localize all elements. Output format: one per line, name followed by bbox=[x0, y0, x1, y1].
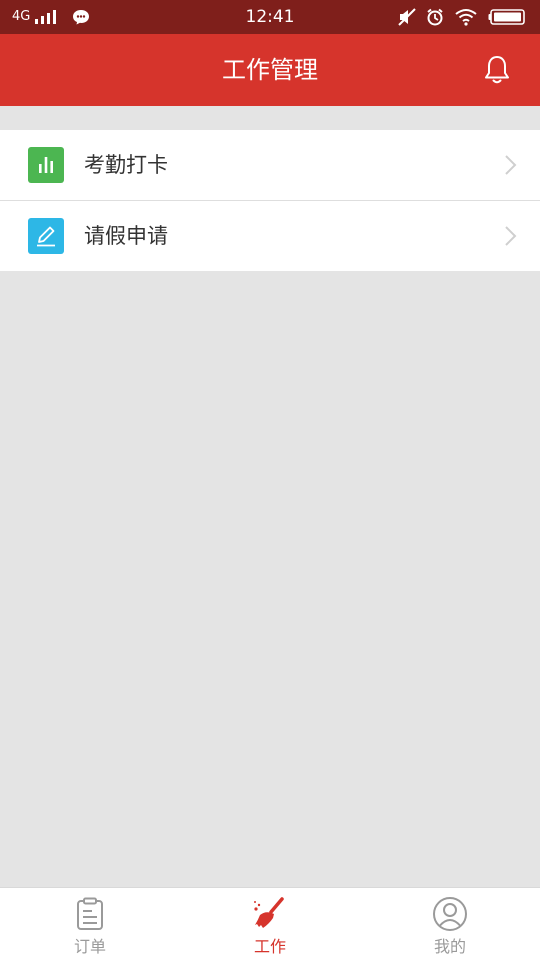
menu-item-attendance[interactable]: 考勤打卡 bbox=[0, 130, 540, 200]
mute-icon bbox=[398, 8, 416, 26]
status-right bbox=[398, 8, 526, 26]
wifi-icon bbox=[455, 9, 477, 26]
bottom-tab-bar: 订单 工作 我的 bbox=[0, 887, 540, 960]
edit-icon bbox=[28, 218, 64, 254]
menu-item-label: 请假申请 bbox=[84, 224, 168, 248]
tab-work[interactable]: 工作 bbox=[180, 888, 360, 960]
alarm-icon bbox=[427, 8, 443, 26]
menu-item-label: 考勤打卡 bbox=[84, 153, 168, 177]
tab-label: 我的 bbox=[433, 937, 466, 956]
broom-icon bbox=[254, 897, 284, 928]
page-title: 工作管理 bbox=[222, 56, 318, 84]
user-icon bbox=[433, 897, 467, 931]
clipboard-icon bbox=[77, 897, 103, 930]
battery-icon bbox=[488, 9, 525, 25]
chevron-right-icon bbox=[505, 155, 517, 175]
tab-orders[interactable]: 订单 bbox=[0, 888, 180, 960]
tab-label: 工作 bbox=[253, 937, 286, 956]
tab-label: 订单 bbox=[73, 937, 106, 956]
tab-mine[interactable]: 我的 bbox=[360, 888, 540, 960]
status-bar: 4G 12:41 bbox=[0, 0, 540, 34]
bell-icon[interactable] bbox=[482, 54, 512, 86]
bar-chart-icon bbox=[28, 147, 64, 183]
work-menu-list: 考勤打卡 请假申请 bbox=[0, 130, 540, 271]
menu-item-leave-request[interactable]: 请假申请 bbox=[0, 200, 540, 271]
app-header: 工作管理 bbox=[0, 34, 540, 106]
chevron-right-icon bbox=[505, 226, 517, 246]
